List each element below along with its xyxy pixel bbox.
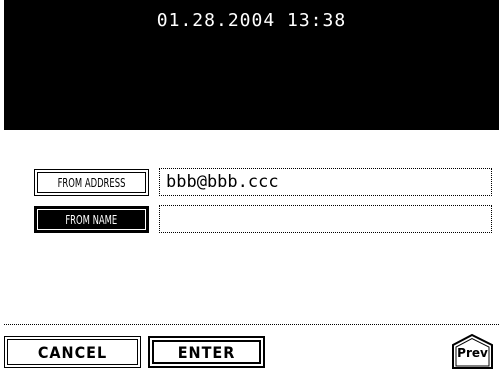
from-name-button[interactable]: FROM NAME	[34, 206, 149, 233]
prev-button[interactable]: Prev	[449, 333, 496, 369]
cancel-button[interactable]: CANCEL	[4, 336, 141, 368]
from-address-button[interactable]: FROM ADDRESS	[34, 169, 149, 196]
from-address-field[interactable]: bbb@bbb.ccc	[159, 168, 492, 196]
datetime-display: 01.28.2004 13:38	[156, 10, 347, 31]
from-address-button-label: FROM ADDRESS	[57, 175, 126, 190]
footer-divider	[4, 324, 499, 325]
from-name-button-label: FROM NAME	[65, 212, 118, 227]
from-name-field[interactable]	[159, 205, 492, 233]
enter-button[interactable]: ENTER	[148, 336, 265, 368]
status-bar: 01.28.2004 13:38	[4, 0, 499, 130]
prev-label: Prev	[457, 346, 488, 360]
screen: 01.28.2004 13:38 FROM ADDRESS bbb@bbb.cc…	[4, 0, 499, 372]
